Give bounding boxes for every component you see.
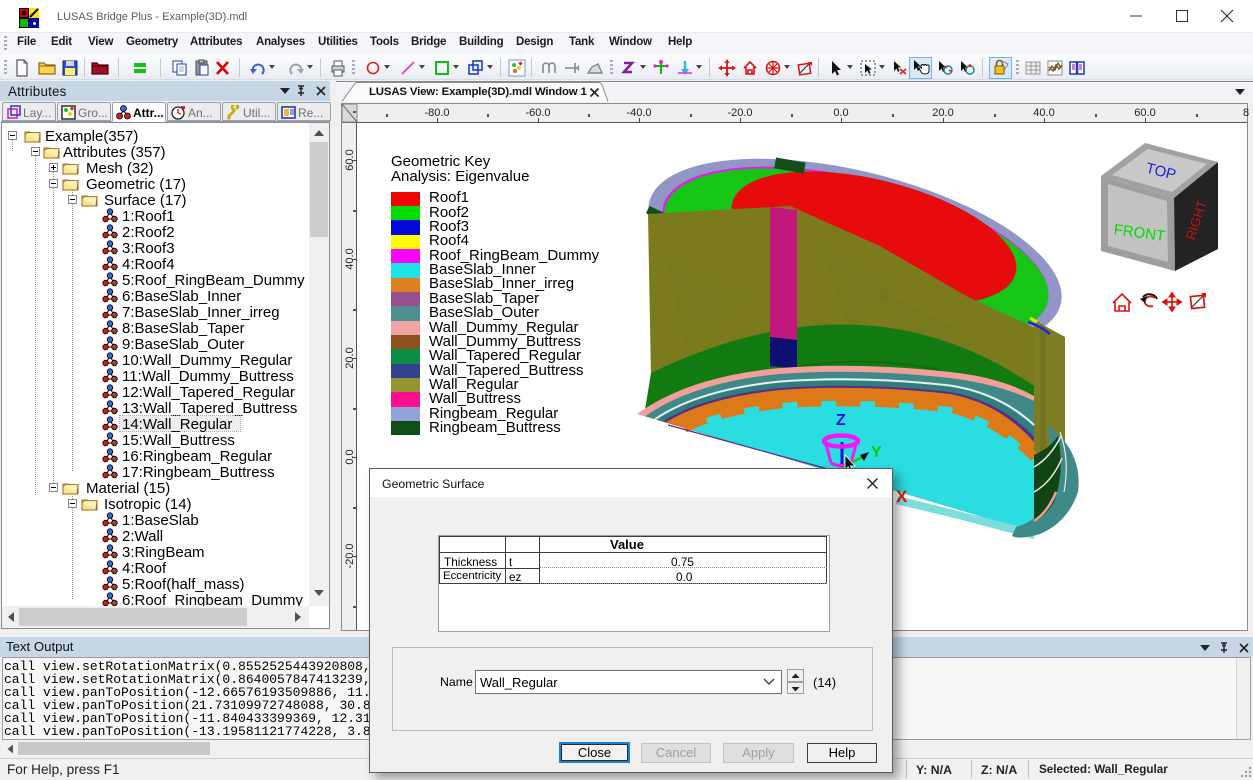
svg-text:X: X bbox=[896, 487, 908, 506]
svg-text:Y: Y bbox=[871, 444, 882, 461]
svg-text:Z: Z bbox=[836, 412, 846, 429]
